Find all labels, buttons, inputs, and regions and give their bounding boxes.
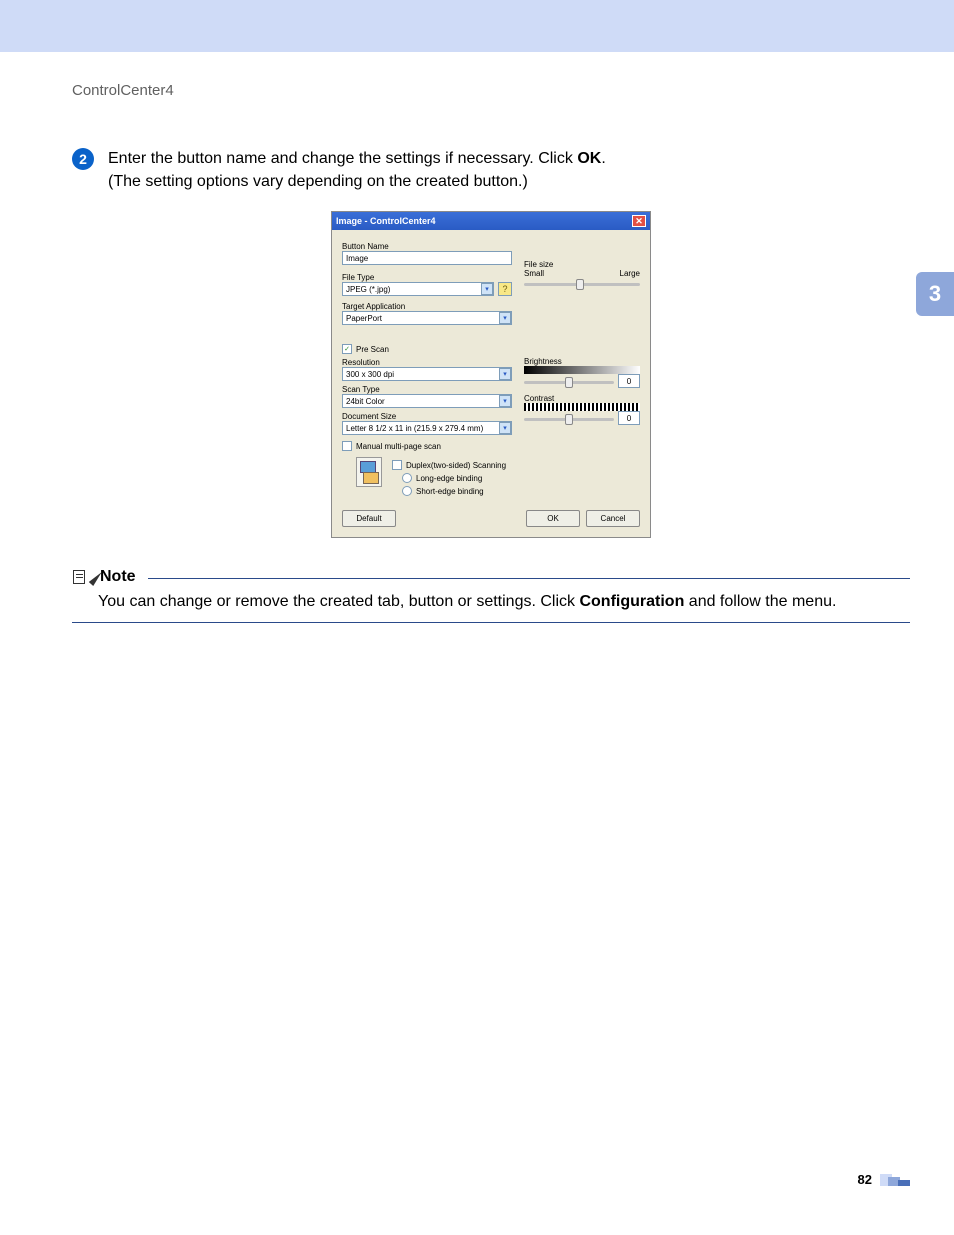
label-file-type: File Type bbox=[342, 273, 512, 282]
duplex-row: Duplex(two-sided) Scanning bbox=[392, 460, 506, 470]
label-brightness: Brightness bbox=[524, 357, 640, 366]
filesize-large: Large bbox=[620, 269, 640, 278]
label-short-edge: Short-edge binding bbox=[416, 487, 484, 496]
dialog-titlebar: Image - ControlCenter4 ✕ bbox=[332, 212, 650, 230]
button-name-input[interactable]: Image bbox=[342, 251, 512, 265]
contrast-slider[interactable] bbox=[524, 418, 614, 421]
step-line1-c: . bbox=[601, 150, 605, 167]
note-body-a: You can change or remove the created tab… bbox=[98, 593, 579, 610]
short-edge-row: Short-edge binding bbox=[402, 486, 506, 496]
controlcenter-dialog: Image - ControlCenter4 ✕ Button Name Ima… bbox=[331, 211, 651, 538]
step-instruction: Enter the button name and change the set… bbox=[108, 147, 606, 193]
cancel-button[interactable]: Cancel bbox=[586, 510, 640, 527]
note-body: You can change or remove the created tab… bbox=[72, 590, 910, 614]
resolution-select[interactable]: 300 x 300 dpi ▾ bbox=[342, 367, 512, 381]
step-line1-a: Enter the button name and change the set… bbox=[108, 150, 577, 167]
document-size-value: Letter 8 1/2 x 11 in (215.9 x 279.4 mm) bbox=[346, 424, 483, 433]
contrast-gradient bbox=[524, 403, 640, 411]
top-banner bbox=[0, 0, 954, 52]
scan-type-select[interactable]: 24bit Color ▾ bbox=[342, 394, 512, 408]
duplex-icon bbox=[356, 457, 382, 487]
label-duplex: Duplex(two-sided) Scanning bbox=[406, 461, 506, 470]
prescan-checkbox-row: ✓ Pre Scan bbox=[342, 344, 512, 354]
filesize-block: File size Small Large bbox=[524, 260, 640, 286]
note-block: Note You can change or remove the create… bbox=[72, 568, 910, 623]
label-long-edge: Long-edge binding bbox=[416, 474, 482, 483]
document-size-select[interactable]: Letter 8 1/2 x 11 in (215.9 x 279.4 mm) … bbox=[342, 421, 512, 435]
step-2: 2 Enter the button name and change the s… bbox=[72, 147, 910, 193]
ok-button[interactable]: OK bbox=[526, 510, 580, 527]
label-target-app: Target Application bbox=[342, 302, 512, 311]
dialog-body: Button Name Image File Type JPEG (*.jpg)… bbox=[332, 230, 650, 537]
long-edge-radio[interactable] bbox=[402, 473, 412, 483]
target-app-select[interactable]: PaperPort ▾ bbox=[342, 311, 512, 325]
label-file-size: File size bbox=[524, 260, 640, 269]
note-title: Note bbox=[100, 568, 136, 586]
button-name-value: Image bbox=[346, 254, 368, 263]
dialog-title: Image - ControlCenter4 bbox=[336, 216, 436, 226]
note-rule-top bbox=[148, 578, 910, 579]
note-body-config: Configuration bbox=[579, 593, 684, 610]
resolution-value: 300 x 300 dpi bbox=[346, 370, 394, 379]
short-edge-radio[interactable] bbox=[402, 486, 412, 496]
chevron-down-icon: ▾ bbox=[481, 283, 493, 295]
long-edge-row: Long-edge binding bbox=[402, 473, 506, 483]
dialog-button-row: Default OK Cancel bbox=[342, 510, 640, 527]
close-icon[interactable]: ✕ bbox=[632, 215, 646, 227]
label-scan-type: Scan Type bbox=[342, 385, 512, 394]
label-document-size: Document Size bbox=[342, 412, 512, 421]
note-rule-bottom bbox=[72, 622, 910, 623]
chevron-down-icon: ▾ bbox=[499, 395, 511, 407]
note-body-c: and follow the menu. bbox=[684, 593, 836, 610]
breadcrumb: ControlCenter4 bbox=[72, 82, 910, 99]
brightness-slider[interactable] bbox=[524, 381, 614, 384]
label-prescan: Pre Scan bbox=[356, 345, 389, 354]
note-header: Note bbox=[72, 568, 910, 586]
brightness-gradient bbox=[524, 366, 640, 374]
step-line1-ok: OK bbox=[577, 150, 601, 167]
default-button[interactable]: Default bbox=[342, 510, 396, 527]
note-pencil-icon bbox=[72, 568, 94, 586]
page-content: ControlCenter4 2 Enter the button name a… bbox=[72, 82, 910, 623]
target-app-value: PaperPort bbox=[346, 314, 382, 323]
page-number: 82 bbox=[858, 1172, 872, 1187]
file-type-value: JPEG (*.jpg) bbox=[346, 285, 390, 294]
help-icon[interactable]: ? bbox=[498, 282, 512, 296]
chevron-down-icon: ▾ bbox=[499, 312, 511, 324]
contrast-value[interactable]: 0 bbox=[618, 411, 640, 425]
page-footer: 82 bbox=[72, 1172, 910, 1187]
label-contrast: Contrast bbox=[524, 394, 640, 403]
dialog-screenshot: Image - ControlCenter4 ✕ Button Name Ima… bbox=[72, 211, 910, 538]
duplex-checkbox[interactable] bbox=[392, 460, 402, 470]
label-resolution: Resolution bbox=[342, 358, 512, 367]
step-line2: (The setting options vary depending on t… bbox=[108, 173, 528, 190]
step-number-badge: 2 bbox=[72, 148, 94, 170]
chapter-tab: 3 bbox=[916, 272, 954, 316]
scan-type-value: 24bit Color bbox=[346, 397, 385, 406]
page-decoration-icon bbox=[880, 1174, 910, 1186]
file-type-select[interactable]: JPEG (*.jpg) ▾ bbox=[342, 282, 494, 296]
manual-multi-row: Manual multi-page scan bbox=[342, 441, 512, 451]
brightness-value[interactable]: 0 bbox=[618, 374, 640, 388]
chevron-down-icon: ▾ bbox=[499, 422, 511, 434]
prescan-checkbox[interactable]: ✓ bbox=[342, 344, 352, 354]
label-button-name: Button Name bbox=[342, 242, 512, 251]
manual-multi-checkbox[interactable] bbox=[342, 441, 352, 451]
chevron-down-icon: ▾ bbox=[499, 368, 511, 380]
filesize-slider[interactable] bbox=[524, 283, 640, 286]
label-manual-multi: Manual multi-page scan bbox=[356, 442, 441, 451]
filesize-small: Small bbox=[524, 269, 544, 278]
